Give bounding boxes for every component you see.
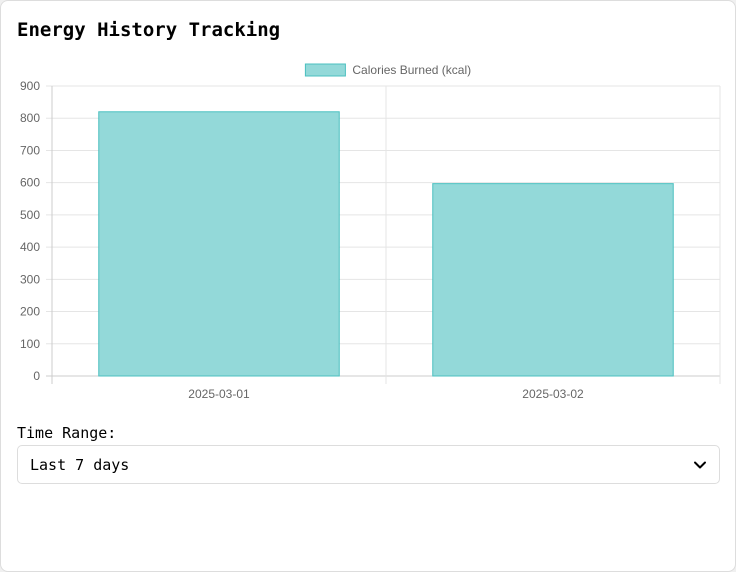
y-tick-label: 0 bbox=[33, 369, 40, 383]
x-tick-label: 2025-03-02 bbox=[522, 387, 584, 401]
y-tick-label: 800 bbox=[20, 111, 40, 125]
y-tick-label: 400 bbox=[20, 240, 40, 254]
y-tick-label: 300 bbox=[20, 272, 40, 286]
time-range-select[interactable]: Last 7 days bbox=[17, 445, 720, 484]
x-tick-label: 2025-03-01 bbox=[188, 387, 250, 401]
y-tick-label: 100 bbox=[20, 337, 40, 351]
bar[interactable] bbox=[432, 183, 674, 377]
time-range-label: Time Range: bbox=[17, 424, 117, 442]
chart-card: Energy History Tracking 0 100 200 300 400 500… bbox=[0, 0, 736, 572]
page-title: Energy History Tracking bbox=[17, 19, 281, 41]
legend-label[interactable]: Calories Burned (kcal) bbox=[352, 63, 471, 77]
y-tick-label: 500 bbox=[20, 208, 40, 222]
y-tick-label: 200 bbox=[20, 305, 40, 319]
legend-swatch[interactable] bbox=[304, 63, 346, 77]
chevron-down-icon bbox=[694, 461, 706, 468]
calories-bar-chart: 0 100 200 300 400 500 600 700 800 900 2025-03-01 20… bbox=[20, 63, 721, 401]
y-tick-label: 700 bbox=[20, 143, 40, 157]
y-tick-label: 600 bbox=[20, 176, 40, 190]
y-tick-label: 900 bbox=[20, 79, 40, 93]
bar[interactable] bbox=[98, 111, 340, 377]
time-range-selected-value: Last 7 days bbox=[30, 455, 130, 474]
legend[interactable]: Calories Burned (kcal) bbox=[304, 63, 471, 77]
